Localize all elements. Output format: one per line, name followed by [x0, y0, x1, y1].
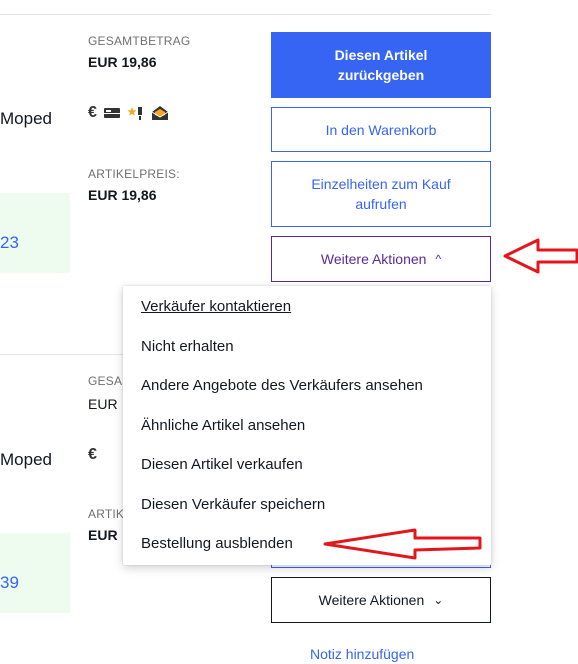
total-label: GESAMTBETRAG: [88, 34, 191, 48]
star-feedback-icon: [127, 107, 142, 120]
return-item-label: Diesen Artikel zurückgeben: [334, 47, 428, 83]
menu-contact-seller[interactable]: Verkäufer kontaktieren: [141, 298, 291, 315]
status-text[interactable]: 23: [0, 233, 19, 253]
item-price-value-2: EUR: [88, 527, 118, 543]
menu-hide-order[interactable]: Bestellung ausblenden: [141, 535, 293, 552]
total-value: EUR 19,86: [88, 54, 157, 70]
euro-icon: €: [88, 104, 97, 121]
item-price-label-2: ARTIK: [88, 507, 125, 521]
status-text-2[interactable]: 39: [0, 573, 19, 593]
more-actions-label-2: Weitere Aktionen: [318, 592, 425, 608]
more-actions-button-2[interactable]: Weitere Aktionen ⌄: [271, 577, 491, 623]
add-note-link[interactable]: Notiz hinzufügen: [310, 646, 414, 662]
add-to-cart-button[interactable]: In den Warenkorb: [271, 107, 491, 152]
top-divider: [0, 14, 491, 15]
annotation-arrow-more-actions: [503, 238, 578, 274]
more-actions-label: Weitere Aktionen: [320, 251, 427, 267]
item-title-2[interactable]: Moped: [0, 450, 52, 470]
total-label-2: GESA: [88, 374, 123, 388]
purchase-details-label: Einzelheiten zum Kauf aufrufen: [311, 176, 451, 212]
chevron-down-icon: ⌄: [433, 593, 444, 607]
item-price-label: ARTIKELPREIS:: [88, 167, 180, 181]
menu-similar-items[interactable]: Ähnliche Artikel ansehen: [141, 417, 305, 434]
menu-seller-other-items[interactable]: Andere Angebote des Verkäufers ansehen: [141, 377, 423, 394]
menu-sell-this-item[interactable]: Diesen Artikel verkaufen: [141, 456, 303, 473]
delivery-truck-icon: [103, 108, 120, 118]
add-to-cart-label: In den Warenkorb: [325, 121, 437, 138]
chevron-up-icon: ^: [435, 252, 442, 266]
item-title[interactable]: Moped: [0, 109, 52, 129]
menu-not-received[interactable]: Nicht erhalten: [141, 338, 234, 355]
item-price-value: EUR 19,86: [88, 187, 157, 203]
hidden-button-edge: [271, 565, 491, 568]
item-icons: €: [88, 104, 169, 122]
euro-icon: €: [88, 446, 97, 463]
mail-icon: [151, 106, 169, 120]
purchase-details-button[interactable]: Einzelheiten zum Kauf aufrufen: [271, 161, 491, 227]
menu-save-seller[interactable]: Diesen Verkäufer speichern: [141, 496, 325, 513]
more-actions-menu: Verkäufer kontaktieren Nicht erhalten An…: [123, 286, 491, 565]
return-item-button[interactable]: Diesen Artikel zurückgeben: [271, 32, 491, 98]
more-actions-button[interactable]: Weitere Aktionen ^: [271, 236, 491, 282]
annotation-arrow-hide-order: [323, 528, 482, 560]
total-value-2: EUR: [88, 396, 118, 412]
